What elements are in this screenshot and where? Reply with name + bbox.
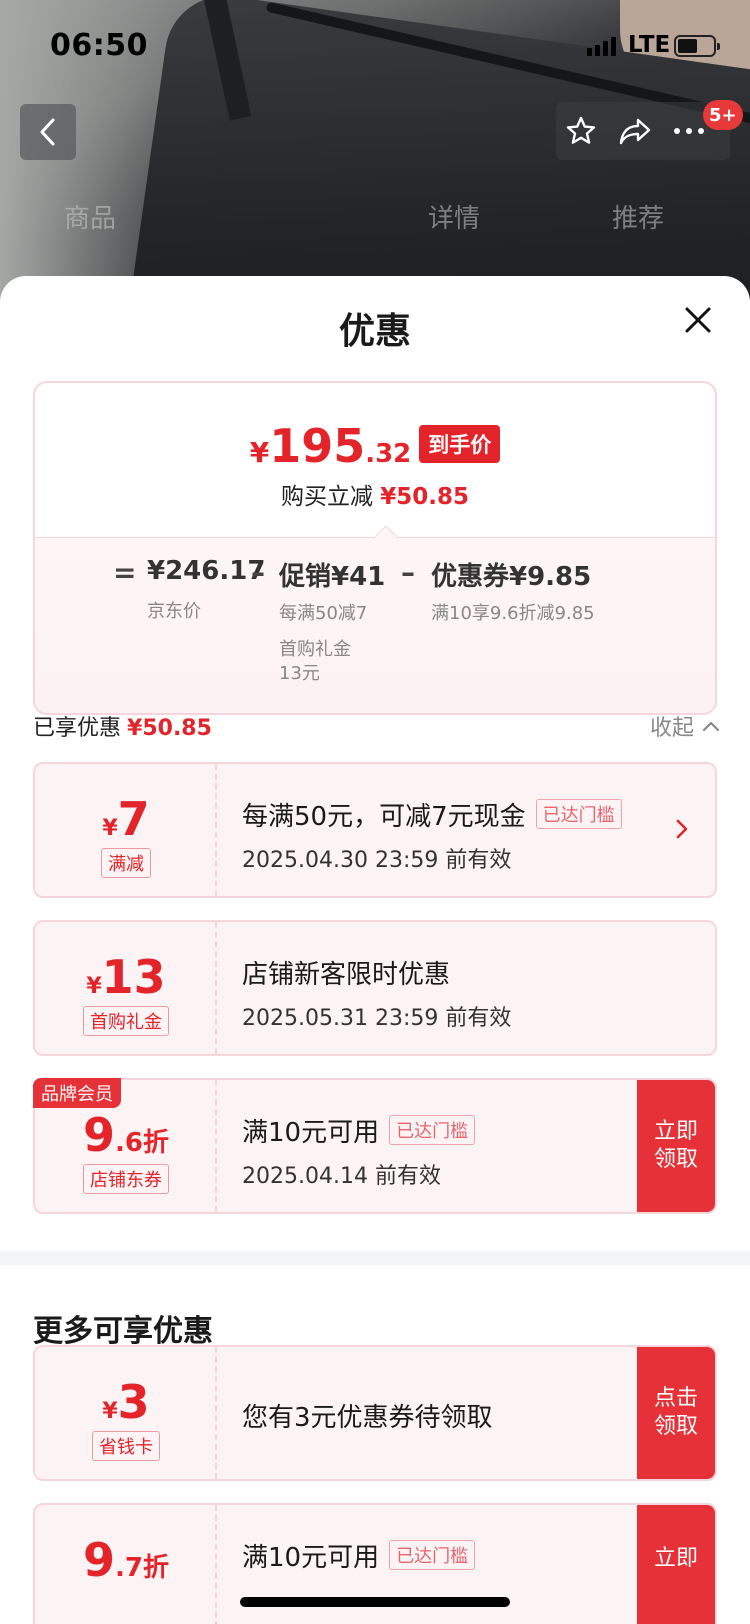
coupon-title: 满10元可用 已达门槛: [242, 1112, 476, 1149]
section-divider: [0, 1251, 750, 1265]
promo-detail-3: 13元: [279, 663, 320, 684]
minus-sign: –: [401, 556, 415, 589]
coupon-value: ¥7: [102, 792, 150, 846]
jd-price-label: 京东价: [147, 601, 201, 622]
status-bar: 06:50 LTE: [0, 0, 750, 92]
threshold-reached-tag: 已达门槛: [389, 1115, 476, 1145]
coupon-type-tag: 省钱卡: [92, 1431, 160, 1461]
price-breakdown-card: ¥195.32 到手价 购买立减 ¥50.85 = ¥246.17 京东价 – 促…: [33, 381, 717, 715]
coupon-type-tag: 满减: [101, 848, 151, 878]
claim-now-button[interactable]: 立即领取: [637, 1080, 715, 1212]
share-icon[interactable]: [618, 114, 652, 148]
more-discounts-title: 更多可享优惠: [33, 1314, 213, 1349]
coupon-value: 9.6折: [83, 1108, 169, 1162]
coupon-card-first-purchase[interactable]: ¥13 首购礼金 店铺新客限时优惠 2025.05.31 23:59 前有效: [33, 920, 717, 1056]
instant-reduction: 购买立减 ¥50.85: [280, 484, 470, 510]
brand-member-tag: 品牌会员: [33, 1078, 121, 1108]
coupon-card-savings-card[interactable]: ¥3 省钱卡 您有3元优惠券待领取 点击领取: [33, 1345, 717, 1481]
sheet-title: 优惠: [338, 311, 411, 352]
message-count-badge: 5+: [703, 100, 743, 130]
chevron-left-icon: [40, 118, 55, 146]
home-indicator: [240, 1597, 510, 1607]
coupon-title: 您有3元优惠券待领取: [242, 1403, 493, 1433]
price-formula: = ¥246.17 京东价 – 促销¥41 每满50减7 首购礼金 13元 – …: [35, 538, 715, 713]
enjoyed-discount: 已享优惠 ¥50.85: [33, 716, 212, 741]
jd-price: ¥246.17: [147, 556, 266, 586]
promo-detail-2: 首购礼金: [279, 639, 351, 660]
coupon-expiry: 2025.05.31 23:59 前有效: [242, 1006, 512, 1031]
coupon-detail: 满10享9.6折减9.85: [431, 603, 595, 624]
status-time: 06:50: [50, 28, 148, 63]
network-label: LTE: [628, 32, 671, 58]
close-button[interactable]: [680, 302, 716, 338]
final-price-tag: 到手价: [419, 425, 501, 463]
battery-icon: [674, 35, 720, 57]
signal-icon: [587, 36, 616, 56]
coupon-card-store-discount[interactable]: 9.6折 店铺东券 满10元可用 已达门槛 2025.04.14 前有效 立即领取: [33, 1078, 717, 1214]
favorite-star-icon[interactable]: [564, 114, 598, 148]
minus-sign: –: [251, 556, 265, 589]
final-price: ¥195.32 到手价: [35, 419, 715, 473]
collapse-toggle[interactable]: 收起: [650, 710, 720, 742]
coupon-expiry: 2025.04.30 23:59 前有效: [242, 848, 512, 873]
click-claim-button[interactable]: 点击领取: [637, 1347, 715, 1479]
coupon-title: 满10元可用 已达门槛: [242, 1537, 476, 1574]
promo-amount: 促销¥41: [279, 562, 386, 592]
coupon-type-tag: 店铺东券: [83, 1164, 169, 1194]
page-tabs: 商品 详情 推荐: [0, 190, 750, 240]
back-button[interactable]: [20, 104, 76, 160]
tab-recommend[interactable]: 推荐: [612, 198, 664, 235]
discount-sheet: 优惠 ¥195.32 到手价 购买立减 ¥50.85 = ¥246.17 京东价 …: [0, 276, 750, 1624]
coupon-value: ¥13: [86, 950, 166, 1004]
coupon-title: 每满50元，可减7元现金 已达门槛: [242, 796, 622, 833]
close-icon: [685, 307, 711, 333]
coupon-value: 9.7折: [83, 1533, 169, 1587]
threshold-reached-tag: 已达门槛: [535, 799, 622, 829]
equals-sign: =: [113, 556, 137, 589]
claim-now-button[interactable]: 立即: [637, 1505, 715, 1624]
promo-detail-1: 每满50减7: [279, 603, 368, 624]
tab-details[interactable]: 详情: [428, 198, 480, 235]
coupon-value: ¥3: [102, 1375, 150, 1429]
coupon-expiry: 2025.04.14 前有效: [242, 1164, 441, 1189]
threshold-reached-tag: 已达门槛: [389, 1540, 476, 1570]
coupon-title: 店铺新客限时优惠: [242, 960, 451, 990]
chevron-up-icon: [702, 721, 720, 732]
enjoyed-amount: ¥50.85: [127, 716, 212, 741]
coupon-amount: 优惠券¥9.85: [431, 562, 592, 592]
coupon-type-tag: 首购礼金: [83, 1006, 169, 1036]
more-icon[interactable]: [672, 114, 706, 148]
chevron-right-icon: [676, 819, 688, 839]
tab-product[interactable]: 商品: [64, 198, 116, 235]
coupon-card-full-reduction[interactable]: ¥7 满减 每满50元，可减7元现金 已达门槛 2025.04.30 23:59 …: [33, 762, 717, 898]
